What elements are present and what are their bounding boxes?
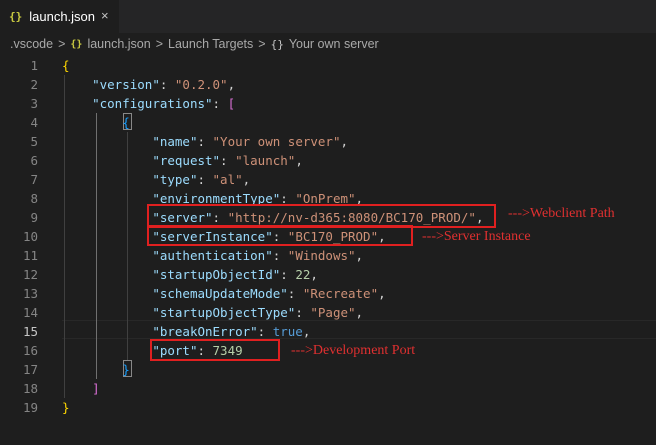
code-line: 5 "name": "Your own server",: [0, 132, 656, 151]
code-text: }: [62, 400, 70, 415]
code-line: 11 "authentication": "Windows",: [0, 246, 656, 265]
line-number: 13: [22, 286, 38, 301]
code-line: 6 "request": "launch",: [0, 151, 656, 170]
code-line: 18 ]: [0, 379, 656, 398]
code-line: 4 {: [0, 113, 656, 132]
code-text: "type": "al",: [152, 172, 251, 187]
code-text: "version": "0.2.0",: [92, 77, 236, 92]
annotation-development-port: --->Development Port: [291, 343, 416, 358]
line-number: 4: [30, 115, 38, 130]
annotation-webclient-path: --->Webclient Path: [508, 206, 615, 221]
breadcrumb-item-launch-json[interactable]: launch.json: [87, 37, 150, 51]
code-text: {: [62, 58, 70, 73]
breadcrumb-item-vscode[interactable]: .vscode: [10, 37, 53, 51]
code-editor[interactable]: 1 { 2 "version": "0.2.0", 3 "configurati…: [0, 56, 656, 445]
chevron-right-icon: >: [155, 37, 164, 51]
code-text: }: [122, 362, 130, 377]
line-number: 3: [30, 96, 38, 111]
chevron-right-icon: >: [258, 37, 266, 51]
line-number: 8: [30, 191, 38, 206]
json-braces-icon: {}: [70, 38, 83, 50]
highlight-box-server-instance: [147, 225, 413, 246]
code-line: 14 "startupObjectType": "Page",: [0, 303, 656, 322]
line-number: 18: [22, 381, 38, 396]
code-text: {: [122, 115, 130, 130]
line-number: 5: [30, 134, 38, 149]
code-text: "configurations": [: [92, 96, 236, 111]
line-number: 7: [30, 172, 38, 187]
code-line: 19 }: [0, 398, 656, 417]
breadcrumb-item-your-own-server[interactable]: Your own server: [289, 37, 379, 51]
breadcrumb: .vscode > {} launch.json > Launch Target…: [0, 33, 656, 55]
code-line: 13 "schemaUpdateMode": "Recreate",: [0, 284, 656, 303]
code-line: 1 {: [0, 56, 656, 75]
tab-bar: {} launch.json ×: [0, 0, 656, 33]
code-line: 2 "version": "0.2.0",: [0, 75, 656, 94]
object-icon: {}: [270, 37, 284, 51]
line-number: 15: [22, 324, 38, 339]
code-text: "authentication": "Windows",: [152, 248, 364, 263]
chevron-right-icon: >: [58, 37, 66, 51]
close-icon[interactable]: ×: [101, 8, 109, 23]
code-text: "schemaUpdateMode": "Recreate",: [152, 286, 386, 301]
code-text: "name": "Your own server",: [152, 134, 348, 149]
line-number: 19: [22, 400, 38, 415]
code-line: 17 }: [0, 360, 656, 379]
line-number: 17: [22, 362, 38, 377]
line-number: 9: [30, 210, 38, 225]
tab-launch-json[interactable]: {} launch.json ×: [0, 0, 119, 33]
code-text: "startupObjectId": 22,: [152, 267, 318, 282]
annotation-server-instance: --->Server Instance: [422, 229, 531, 244]
code-text: "request": "launch",: [152, 153, 303, 168]
line-number: 11: [22, 248, 38, 263]
code-line: 3 "configurations": [: [0, 94, 656, 113]
tab-title: launch.json: [29, 9, 96, 24]
json-braces-icon: {}: [9, 10, 23, 23]
line-number: 2: [30, 77, 38, 92]
line-number: 10: [22, 229, 38, 244]
code-text: ]: [92, 381, 100, 396]
code-line: 12 "startupObjectId": 22,: [0, 265, 656, 284]
breadcrumb-item-launch-targets[interactable]: Launch Targets: [168, 37, 253, 51]
code-line: 7 "type": "al",: [0, 170, 656, 189]
line-number: 12: [22, 267, 38, 282]
line-number: 16: [22, 343, 38, 358]
code-line-active: 15 "breakOnError": true,: [0, 322, 656, 341]
line-number: 6: [30, 153, 38, 168]
line-number: 14: [22, 305, 38, 320]
line-number: 1: [30, 58, 38, 73]
code-text: "startupObjectType": "Page",: [152, 305, 364, 320]
highlight-box-port: [150, 339, 280, 361]
